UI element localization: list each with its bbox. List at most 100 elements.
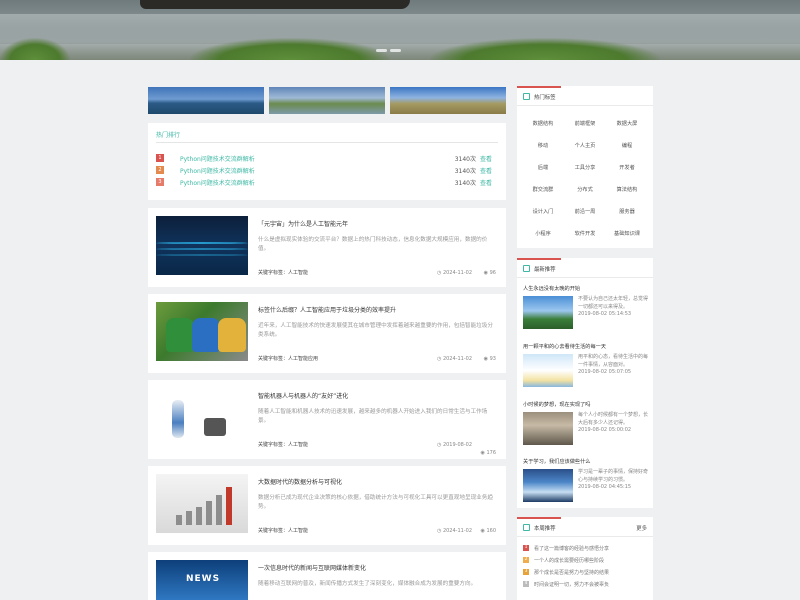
ranking-title: 热门排行 (156, 132, 181, 139)
keyword-label: 关键字标签： (258, 528, 289, 534)
tag-item[interactable]: 移动 (523, 142, 563, 149)
featured-thumb-1[interactable] (148, 87, 264, 114)
article-card[interactable]: 「元宇宙」为什么是人工智能元年 什么是虚拟现实体验的交流平台？数据上的热门科技动… (148, 208, 506, 287)
latest-item-image[interactable] (523, 469, 573, 502)
weekly-item[interactable]: 2 一个人的成长需要经历哪些阶段 (523, 555, 647, 565)
keyword-link[interactable]: 人工智能 (288, 270, 308, 276)
weekly-rank-3: 3 (523, 569, 529, 575)
ranking-row[interactable]: 3 Python问题技术交流群解析 3140次 查看 (156, 177, 492, 187)
keyword-link[interactable]: 人工智能应用 (288, 356, 318, 362)
article-thumbnail[interactable] (156, 216, 248, 275)
latest-item-title[interactable]: 人生永远没有太晚的开始 (523, 285, 580, 292)
more-link[interactable]: 更多 (636, 524, 647, 532)
article-views: ◉ 160 (481, 528, 497, 534)
weekly-rank-2: 2 (523, 557, 529, 563)
tag-item[interactable]: 基础知识课 (607, 230, 647, 237)
tag-item[interactable]: 后端 (523, 164, 563, 171)
ranking-item-link[interactable]: 查看 (480, 166, 492, 175)
article-title[interactable]: 智能机器人与机器人的“友好”进化 (258, 391, 348, 400)
ranking-item-title[interactable]: Python问题技术交流群解析 (180, 178, 455, 187)
article-title[interactable]: 一次信息时代的新闻与互联网媒体新变化 (258, 563, 366, 572)
tag-item[interactable]: 个人主页 (565, 142, 605, 149)
keyword-link[interactable]: 人工智能 (288, 528, 308, 534)
article-desc: 数据分析已成为现代企业决策的核心依据，借助统计方法与可视化工具可以更直观地呈现业… (258, 495, 493, 510)
weekly-item[interactable]: 4 时间会证明一切，努力不会被辜负 (523, 579, 647, 589)
tag-item[interactable]: 工具分享 (565, 164, 605, 171)
weekly-item-title[interactable]: 时间会证明一切，努力不会被辜负 (534, 581, 609, 588)
thumb-bin (166, 318, 194, 352)
article-thumbnail[interactable] (156, 474, 248, 533)
carousel-dot-1[interactable] (376, 49, 387, 52)
tag-icon (523, 93, 530, 100)
tag-item[interactable]: 数据结构 (523, 120, 563, 127)
weekly-item[interactable]: 1 看了这一篇博客的经验与感悟分享 (523, 543, 647, 553)
header-accent (517, 517, 561, 519)
tag-item[interactable]: 小程序 (523, 230, 563, 237)
latest-item-image[interactable] (523, 296, 573, 329)
tag-item[interactable]: 算法结构 (607, 186, 647, 193)
tag-item[interactable]: 群交流群 (523, 186, 563, 193)
tag-item[interactable]: 分布式 (565, 186, 605, 193)
ranking-item-title[interactable]: Python问题技术交流群解析 (180, 166, 455, 175)
thumb-wave (156, 248, 248, 250)
header-accent (517, 86, 561, 88)
weekly-item-title[interactable]: 一个人的成长需要经历哪些阶段 (534, 557, 604, 564)
tag-item[interactable]: 前端框架 (565, 120, 605, 127)
carousel-dot-2[interactable] (390, 49, 401, 52)
article-card[interactable]: 智能机器人与机器人的“友好”进化 随着人工智能和机器人技术的迅速发展，越来越多的… (148, 380, 506, 459)
article-title[interactable]: 「元宇宙」为什么是人工智能元年 (258, 219, 348, 228)
article-card[interactable]: 标签什么后缀？人工智能应用于垃圾分类的效率提升 近年来，人工智能技术的快速发展使… (148, 294, 506, 373)
latest-item-title[interactable]: 小时候的梦想，现在实现了吗 (523, 401, 590, 408)
article-views: ◉ 176 (481, 450, 497, 456)
latest-item-image[interactable] (523, 354, 573, 387)
article-card[interactable]: NEWS 一次信息时代的新闻与互联网媒体新变化 随着移动互联网的普及，新闻传播方… (148, 552, 506, 600)
latest-item-image[interactable] (523, 412, 573, 445)
weekly-panel: 本周推荐 更多 1 看了这一篇博客的经验与感悟分享 2 一个人的成长需要经历哪些阶段… (517, 517, 653, 600)
date-text: 2024-11-02 (442, 356, 472, 362)
hero-banner[interactable] (0, 0, 800, 60)
tag-item[interactable]: 软件开发 (565, 230, 605, 237)
article-thumbnail[interactable]: NEWS (156, 560, 248, 600)
article-date: ◷ 2019-08-02 (437, 442, 472, 448)
ranking-row[interactable]: 1 Python问题技术交流群解析 3140次 查看 (156, 153, 492, 163)
tag-item[interactable]: 设计入门 (523, 208, 563, 215)
tag-item[interactable]: 前沿一周 (565, 208, 605, 215)
tag-item[interactable]: 数据大屏 (607, 120, 647, 127)
date-text: 2024-11-02 (442, 528, 472, 534)
weekly-item-title[interactable]: 那个成长是否是努力与坚持的结果 (534, 569, 609, 576)
article-date: ◷ 2024-11-02 (437, 528, 472, 534)
article-thumbnail[interactable] (156, 302, 248, 361)
article-card[interactable]: 大数据时代的数据分析与可视化 数据分析已成为现代企业决策的核心依据，借助统计方法… (148, 466, 506, 545)
ranking-item-title[interactable]: Python问题技术交流群解析 (180, 154, 455, 163)
ranking-item-link[interactable]: 查看 (480, 178, 492, 187)
keyword-link[interactable]: 人工智能 (288, 442, 308, 448)
weekly-item-title[interactable]: 看了这一篇博客的经验与感悟分享 (534, 545, 609, 552)
hot-tags-title: 热门标签 (534, 95, 556, 101)
ranking-item-link[interactable]: 查看 (480, 154, 492, 163)
weekly-rank-1: 1 (523, 545, 529, 551)
carousel-dots[interactable] (376, 49, 401, 52)
ranking-row[interactable]: 2 Python问题技术交流群解析 3140次 查看 (156, 165, 492, 175)
latest-item-title[interactable]: 用一颗平和的心去看待生活的每一天 (523, 343, 606, 350)
latest-item-date: 2019-08-02 04:45:15 (578, 484, 632, 490)
latest-item-desc: 不要认为自己还太年轻，总觉得一切都还可以来得及。 2019-08-02 05:14… (578, 296, 650, 319)
tag-item[interactable]: 编程 (607, 142, 647, 149)
views-text: 93 (489, 356, 496, 362)
tag-item[interactable]: 开发者 (607, 164, 647, 171)
latest-item-date: 2019-08-02 05:07:05 (578, 369, 632, 375)
tag-item[interactable]: 服务器 (607, 208, 647, 215)
weekly-item[interactable]: 3 那个成长是否是努力与坚持的结果 (523, 567, 647, 577)
latest-item-desc-text: 不要认为自己还太年轻，总觉得一切都还可以来得及。 (578, 296, 649, 310)
latest-item-title[interactable]: 关于学习，我们应该做些什么 (523, 458, 590, 465)
views-text: 160 (486, 528, 496, 534)
ranking-num: 1 (156, 154, 164, 162)
article-title[interactable]: 标签什么后缀？人工智能应用于垃圾分类的效率提升 (258, 305, 396, 314)
views-text: 176 (486, 450, 496, 456)
article-desc: 随着移动互联网的普及，新闻传播方式发生了深刻变化，媒体融合成为发展的重要方向。 (258, 581, 477, 587)
featured-thumb-3[interactable] (390, 87, 506, 114)
weekly-rank-4: 4 (523, 581, 529, 587)
thumb-news-text: NEWS (186, 574, 221, 584)
article-title[interactable]: 大数据时代的数据分析与可视化 (258, 477, 342, 486)
featured-thumb-2[interactable] (269, 87, 385, 114)
article-thumbnail[interactable] (156, 388, 248, 447)
